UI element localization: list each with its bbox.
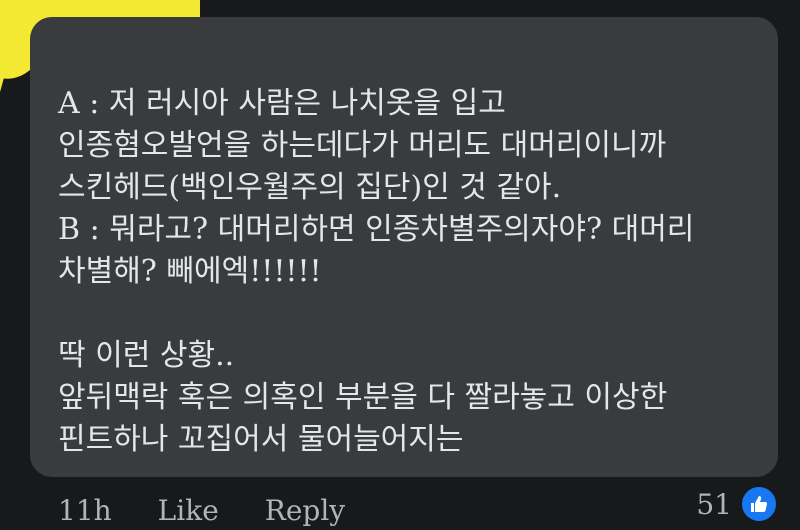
comment-line: 스킨헤드(백인우월주의 집단)인 것 같아. [58,170,562,205]
comment-line: 앞뒤맥락 혹은 의혹인 부분을 다 짤라놓고 이상한 [58,380,668,415]
thumbs-up-icon[interactable] [740,485,778,523]
comment-line: B : 뭐라고? 대머리하면 인종차별주의자야? 대머리 [58,212,695,247]
comment-line: 차별해? 빼에엑!!!!!! [58,254,322,289]
like-button[interactable]: Like [158,494,219,527]
comment-blank-line [58,293,768,335]
comment-bubble: A : 저 러시아 사람은 나치옷을 입고 인종혐오발언을 하는데다가 머리도 … [30,17,778,477]
comment-timestamp: 11h [58,493,112,527]
comment-line: 인종혐오발언을 하는데다가 머리도 대머리이니까 [58,128,667,163]
reaction-count: 51 [696,487,732,521]
comment-actions: 11h Like Reply [58,490,345,530]
comment-line: A : 저 러시아 사람은 나치옷을 입고 [58,86,506,121]
comment-line: 핀트하나 꼬집어서 물어늘어지는 [58,422,464,457]
reply-button[interactable]: Reply [265,494,345,527]
reaction-summary[interactable]: 51 [696,485,778,523]
comment-line: 딱 이런 상황.. [58,338,235,373]
